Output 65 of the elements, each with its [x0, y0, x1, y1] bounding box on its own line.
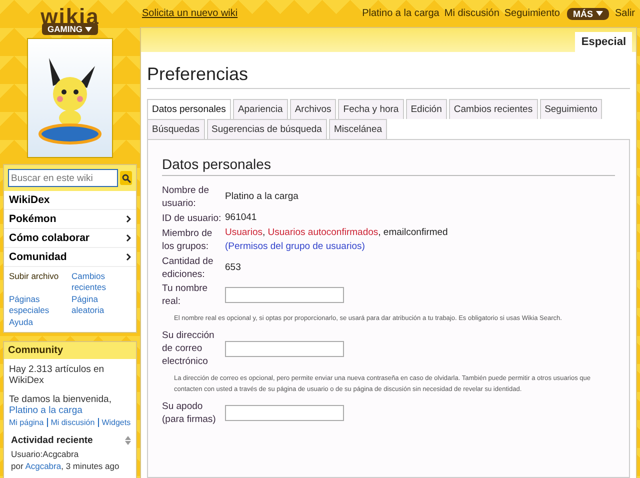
caret-icon — [596, 11, 603, 16]
field-label: Cantidad de ediciones: — [162, 255, 214, 281]
search-field[interactable]: Buscar en este wiki — [8, 169, 118, 187]
nav-link[interactable]: Página aleatoria — [72, 294, 131, 316]
field-label: Nombre de usuario: — [162, 184, 210, 210]
user-page-link[interactable]: Widgets — [98, 418, 131, 427]
chevron-icon — [126, 215, 131, 223]
nav-link[interactable]: Páginas especiales — [9, 294, 68, 316]
field-label: Tu nombre real: — [162, 282, 209, 308]
user-link[interactable]: Mi discusión — [444, 8, 500, 19]
preferences-tab[interactable]: Archivos — [290, 99, 336, 119]
field-label: Su dirección de correo electrónico — [162, 329, 216, 368]
more-menu-button[interactable]: MÁS — [566, 8, 609, 20]
user-page-link[interactable]: Mi página — [9, 418, 44, 427]
permissions-link[interactable]: (Permisos del grupo de usuarios) — [225, 241, 365, 252]
sort-icon[interactable] — [125, 436, 131, 445]
user-link[interactable]: Platino a la carga — [362, 8, 440, 19]
preferences-tab[interactable]: Sugerencias de búsqueda — [206, 119, 327, 139]
welcome-text: Te damos la bienvenida, Platino a la carga — [8, 393, 112, 418]
logout-link[interactable]: Salir — [614, 8, 635, 19]
chevron-icon — [126, 234, 131, 242]
field-label: ID de usuario: — [162, 212, 222, 224]
activity-meta-text: por Acgcabra, 3 minutes ago — [10, 460, 120, 472]
input-field[interactable] — [225, 405, 344, 421]
nav-menu-item[interactable]: Pokémon — [4, 210, 136, 229]
activity-user-link[interactable]: Acgcabra — [25, 461, 62, 471]
section-heading: Datos personales — [162, 156, 615, 176]
preferences-tab[interactable]: Miscelánea — [328, 119, 388, 139]
groups-value: Usuarios, Usuarios autoconfirmados, emailconfirmed — [225, 226, 449, 240]
field-value: 961041 — [225, 211, 258, 225]
input-field[interactable] — [225, 287, 344, 303]
preferences-tab[interactable]: Cambios recientes — [448, 99, 538, 119]
field-value: 653 — [225, 261, 242, 275]
nav-link[interactable]: Ayuda — [9, 317, 68, 328]
preferences-tab[interactable]: Seguimiento — [540, 99, 602, 119]
chevron-icon — [126, 253, 131, 261]
preferences-tab[interactable]: Datos personales — [147, 99, 231, 119]
group-link[interactable]: Usuarios autoconfirmados — [268, 227, 378, 238]
preferences-tab[interactable]: Edición — [406, 99, 447, 119]
article-count-text: Hay 2.313 artículos en WikiDex — [8, 363, 106, 388]
namespace-tab[interactable]: Especial — [575, 32, 632, 52]
user-page-link[interactable]: Mi discusión — [46, 418, 95, 427]
user-link[interactable]: Seguimiento — [504, 8, 560, 19]
user-link[interactable]: Platino a la carga — [9, 405, 82, 416]
nav-menu-item[interactable]: Cómo colaborar — [4, 229, 136, 248]
field-value: Platino a la carga — [225, 190, 300, 204]
field-label: Su apodo (para firmas) — [162, 400, 217, 426]
wiki-name-link[interactable]: WikiDex — [4, 191, 136, 210]
preferences-tab[interactable]: Búsquedas — [147, 119, 205, 139]
activity-title: Actividad reciente — [11, 435, 93, 446]
caret-icon — [85, 26, 92, 32]
hub-menu-button[interactable]: GAMING — [42, 23, 98, 35]
field-label: Miembro de los grupos: — [162, 227, 214, 253]
activity-page-link[interactable]: Usuario:Acgcabra — [4, 448, 136, 460]
page-title: Preferencias — [147, 64, 630, 89]
nav-link[interactable]: Subir archivo — [9, 271, 68, 293]
community-title: Community — [4, 342, 136, 359]
nav-menu-item[interactable]: Comunidad — [4, 248, 136, 267]
preferences-tab[interactable]: Fecha y hora — [338, 99, 404, 119]
input-field[interactable] — [225, 340, 344, 356]
group-link[interactable]: Usuarios — [225, 227, 262, 238]
nav-link[interactable]: Cambios recientes — [72, 271, 131, 293]
request-wiki-link[interactable]: Solicita un nuevo wiki — [142, 8, 238, 19]
search-icon[interactable] — [120, 171, 132, 185]
preferences-tab[interactable]: Apariencia — [232, 99, 288, 119]
